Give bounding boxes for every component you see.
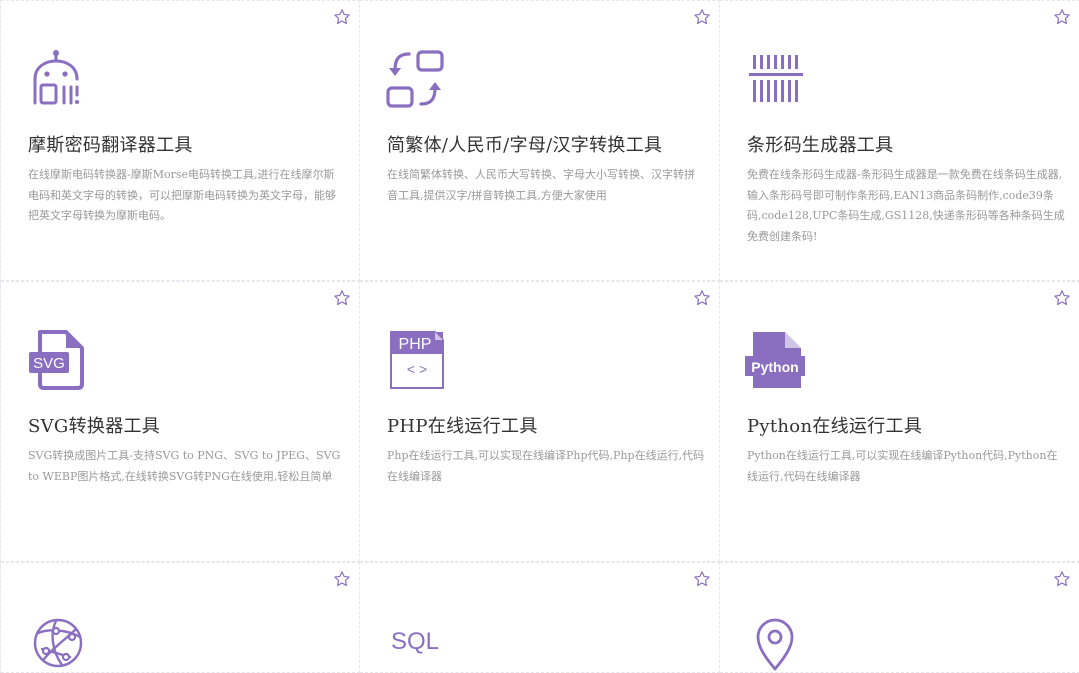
- card-title: Python在线运行工具: [747, 416, 923, 437]
- sql-icon: SQL: [391, 628, 439, 655]
- robot-icon: [33, 50, 79, 105]
- card-description: SVG转换成图片工具-支持SVG to PNG、SVG to JPEG、SVG …: [28, 449, 341, 483]
- svg-text:< >: < >: [407, 361, 427, 377]
- card-description: 免费在线条形码生成器-条形码生成器是一款免费在线条码生成器,输入条形码号即可制作…: [747, 168, 1065, 243]
- card-title: 条形码生成器工具: [747, 135, 894, 156]
- svg-text:SVG: SVG: [33, 355, 65, 372]
- card-description: 在线简繁体转换、人民币大写转换、字母大小写转换、汉字转拼音工具,提供汉字/拼音转…: [387, 168, 695, 202]
- tool-card-python[interactable]: Python Python在线运行工具 Python在线运行工具,可以实现在线编…: [720, 281, 1079, 562]
- card-title: SVG转换器工具: [28, 416, 161, 437]
- svg-text:PHP: PHP: [399, 336, 432, 353]
- barcode-icon: [749, 55, 803, 102]
- card-description: Python在线运行工具,可以实现在线编译Python代码,Python在线运行…: [747, 449, 1058, 483]
- svg-text:SQL: SQL: [391, 628, 439, 655]
- php-file-icon: PHP < >: [390, 331, 444, 389]
- tool-card-text-convert[interactable]: 简繁体/人民币/字母/汉字转换工具 在线简繁体转换、人民币大写转换、字母大小写转…: [360, 0, 720, 281]
- tool-card-barcode[interactable]: 条形码生成器工具 免费在线条形码生成器-条形码生成器是一款免费在线条码生成器,输…: [720, 0, 1079, 281]
- tool-card-sql[interactable]: SQL: [360, 562, 720, 673]
- globe-network-icon: [33, 618, 83, 668]
- card-title: 简繁体/人民币/字母/汉字转换工具: [387, 135, 663, 156]
- convert-arrows-icon: [386, 50, 444, 108]
- star-icon[interactable]: [333, 8, 351, 26]
- python-file-icon: Python: [745, 332, 805, 388]
- star-icon[interactable]: [693, 8, 711, 26]
- star-icon[interactable]: [693, 289, 711, 307]
- location-pin-icon: [756, 618, 794, 671]
- card-description: Php在线运行工具,可以实现在线编译Php代码,Php在线运行,代码在线编译器: [387, 449, 705, 483]
- svg-text:Python: Python: [751, 359, 798, 375]
- star-icon[interactable]: [693, 570, 711, 588]
- star-icon[interactable]: [1053, 8, 1071, 26]
- tool-card-network[interactable]: [1, 562, 360, 673]
- tool-card-location[interactable]: [720, 562, 1079, 673]
- svg-file-icon: SVG: [29, 330, 84, 390]
- star-icon[interactable]: [333, 570, 351, 588]
- card-title: PHP在线运行工具: [387, 416, 538, 437]
- tool-card-morse[interactable]: 摩斯密码翻译器工具 在线摩斯电码转换器-摩斯Morse电码转换工具,进行在线摩尔…: [1, 0, 360, 281]
- card-description: 在线摩斯电码转换器-摩斯Morse电码转换工具,进行在线摩尔斯电码和英文字母的转…: [28, 168, 336, 222]
- tool-grid: 摩斯密码翻译器工具 在线摩斯电码转换器-摩斯Morse电码转换工具,进行在线摩尔…: [0, 0, 1079, 673]
- tool-card-svg[interactable]: SVG SVG转换器工具 SVG转换成图片工具-支持SVG to PNG、SVG…: [1, 281, 360, 562]
- star-icon[interactable]: [1053, 570, 1071, 588]
- card-title: 摩斯密码翻译器工具: [28, 135, 193, 156]
- star-icon[interactable]: [333, 289, 351, 307]
- tool-card-php[interactable]: PHP < > PHP在线运行工具 Php在线运行工具,可以实现在线编译Php代…: [360, 281, 720, 562]
- star-icon[interactable]: [1053, 289, 1071, 307]
